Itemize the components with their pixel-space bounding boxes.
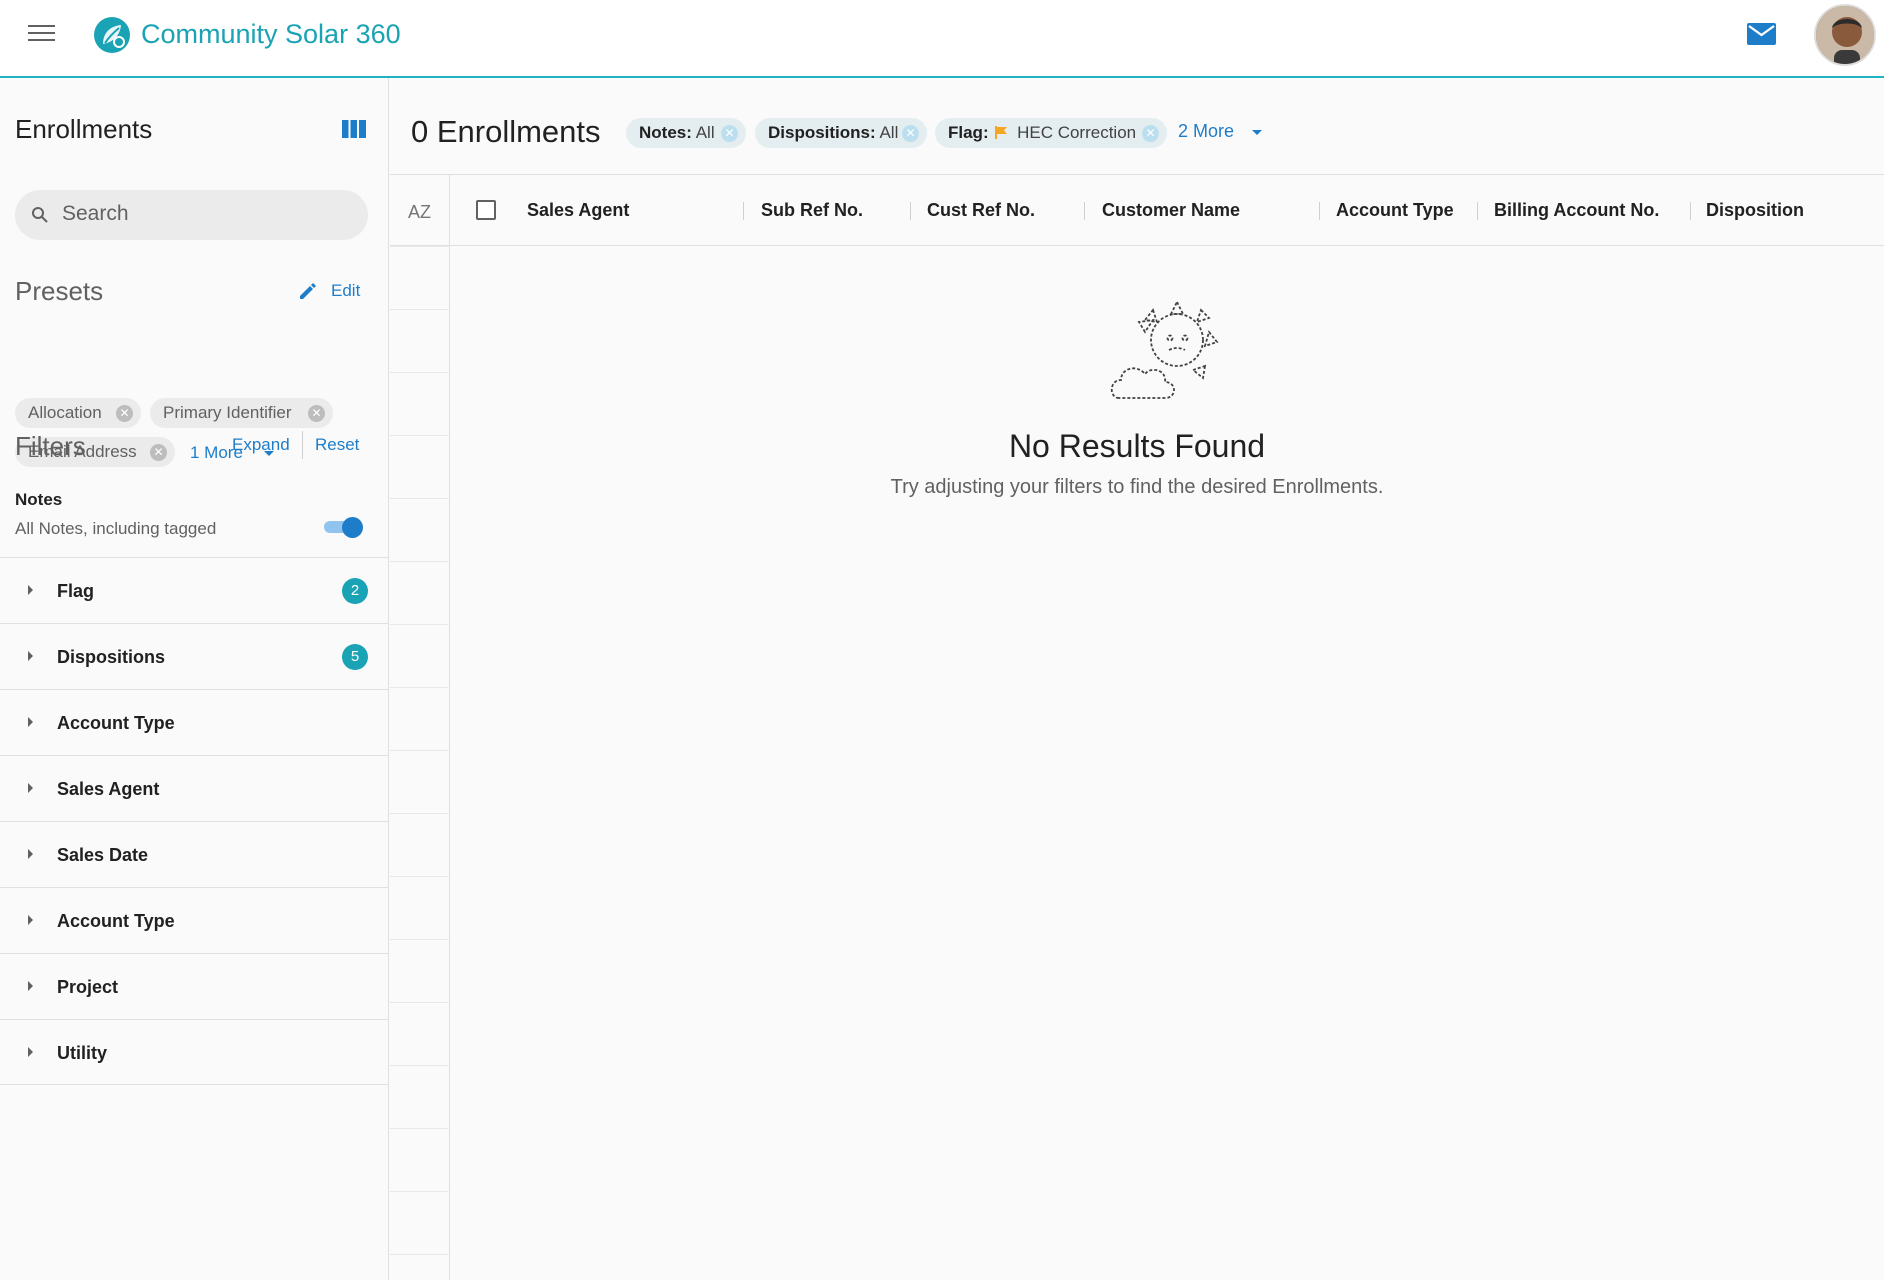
active-filter-dispositions[interactable]: Dispositions: All ✕ [755,118,927,148]
caret-right-icon [28,1047,33,1057]
filter-label: Utility [57,1043,108,1063]
filter-label: Flag [57,581,95,601]
more-filters-link[interactable]: 2 More [1178,121,1234,142]
filter-row-account-type-2[interactable]: Account Type [0,887,388,953]
filter-value: All [879,123,899,142]
filters-expand-link[interactable]: Expand [232,435,290,455]
active-filter-notes[interactable]: Notes: All ✕ [626,118,746,148]
filter-label: Sales Date [57,845,149,865]
notes-filter-label: Notes [15,490,63,509]
filter-value: All [695,123,715,142]
notes-toggle[interactable] [324,515,364,539]
row-gutter [390,174,450,1280]
close-icon[interactable]: ✕ [150,444,167,461]
flag-icon [995,126,1008,139]
active-filter-flag[interactable]: Flag: HEC Correction ✕ [935,118,1167,148]
column-divider[interactable] [1690,202,1691,220]
filter-label: Account Type [57,911,175,931]
column-header-cust-ref-no[interactable]: Cust Ref No. [927,200,1035,221]
search-icon [32,207,48,223]
mail-icon[interactable] [1747,23,1776,45]
column-header-sales-agent[interactable]: Sales Agent [527,200,629,221]
empty-state-message: Try adjusting your filters to find the d… [890,476,1384,498]
logo-icon [94,17,130,53]
column-header-disposition[interactable]: Disposition [1706,200,1804,221]
caret-right-icon [28,717,33,727]
filter-row-dispositions[interactable]: Dispositions 5 [0,623,388,689]
close-icon[interactable]: ✕ [902,125,919,142]
filter-row-sales-date[interactable]: Sales Date [0,821,388,887]
menu-icon[interactable] [28,25,55,47]
chevron-down-icon[interactable] [1252,130,1262,135]
divider [302,431,303,459]
empty-state-title: No Results Found [1008,428,1266,464]
notes-filter-description: All Notes, including tagged [15,519,217,538]
column-header-account-type[interactable]: Account Type [1336,200,1454,221]
filter-key: Flag: [948,123,989,142]
column-header-billing-account-no[interactable]: Billing Account No. [1494,200,1659,221]
column-header-sub-ref-no[interactable]: Sub Ref No. [761,200,863,221]
filter-label: Account Type [57,713,175,733]
filters-heading: Filters [15,431,86,461]
app-title[interactable]: Community Solar 360 [141,19,401,50]
select-all-checkbox[interactable] [476,200,496,220]
filter-key: Dispositions: [768,123,876,142]
caret-right-icon [28,915,33,925]
view-columns-icon[interactable] [342,120,366,138]
pencil-icon[interactable] [298,281,318,301]
filter-label: Dispositions [57,647,166,667]
chip-label: Allocation [28,403,102,422]
count-badge: 5 [342,644,368,670]
caret-right-icon [28,981,33,991]
caret-right-icon [28,783,33,793]
filter-label: Sales Agent [57,779,160,799]
count-badge: 2 [342,578,368,604]
chip-label: Primary Identifier [163,403,292,422]
page-title: 0 Enrollments [411,114,601,149]
filters-reset-link[interactable]: Reset [315,435,359,455]
sidebar: Enrollments Search Presets Edit Allocati… [0,78,389,1280]
filter-row-utility[interactable]: Utility [0,1019,388,1085]
caret-right-icon [28,585,33,595]
search-placeholder[interactable]: Search [62,202,129,226]
column-divider[interactable] [1319,202,1320,220]
caret-right-icon [28,651,33,661]
caret-right-icon [28,849,33,859]
close-icon[interactable]: ✕ [116,405,133,422]
column-divider[interactable] [743,202,744,220]
column-divider[interactable] [1084,202,1085,220]
close-icon[interactable]: ✕ [721,125,738,142]
filter-label: Project [57,977,119,997]
filter-row-project[interactable]: Project [0,953,388,1019]
presets-edit-link[interactable]: Edit [331,281,360,301]
avatar[interactable] [1814,4,1876,66]
column-header-customer-name[interactable]: Customer Name [1102,200,1240,221]
preset-chip-allocation[interactable]: Allocation ✕ [15,398,141,428]
filter-row-flag[interactable]: Flag 2 [0,557,388,623]
top-app-bar: Community Solar 360 [0,0,1884,78]
filter-value: HEC Correction [1017,123,1137,142]
cloudy-sun-illustration-icon [1110,299,1219,399]
filter-row-sales-agent[interactable]: Sales Agent [0,755,388,821]
preset-chip-primary-identifier[interactable]: Primary Identifier ✕ [150,398,333,428]
column-divider[interactable] [910,202,911,220]
sidebar-title: Enrollments [15,114,153,144]
filter-key: Notes: [639,123,692,142]
main-content: 0 Enrollments Notes: All ✕ Dispositions:… [390,78,1884,1280]
presets-heading: Presets [15,276,104,306]
close-icon[interactable]: ✕ [308,405,325,422]
column-divider[interactable] [1477,202,1478,220]
filter-row-account-type[interactable]: Account Type [0,689,388,755]
sort-az-icon[interactable]: AZ [408,202,431,223]
close-icon[interactable]: ✕ [1142,125,1159,142]
